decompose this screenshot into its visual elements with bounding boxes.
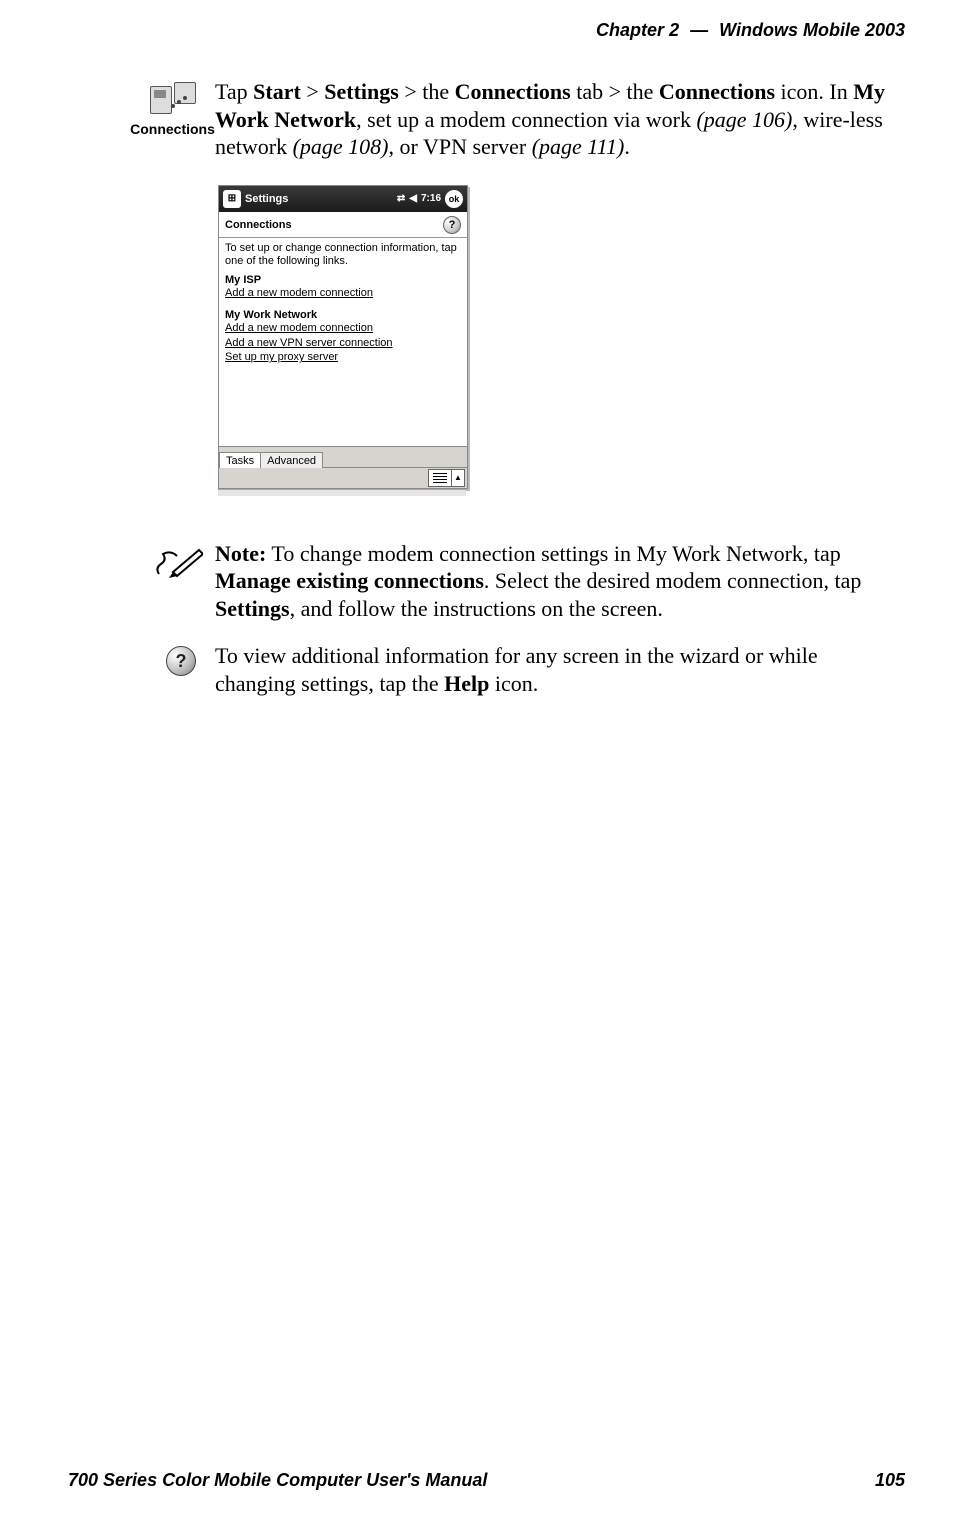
keyboard-button[interactable] [428,469,452,487]
connections-icon [150,82,196,118]
header-title: Windows Mobile 2003 [719,20,905,40]
instruction-text: To set up or change connection informati… [225,242,461,268]
start-icon[interactable]: ⊞ [223,190,241,208]
header-sep: — [690,20,708,40]
isp-add-modem-link[interactable]: Add a new modem connection [225,286,461,301]
volume-icon: ◀ [409,193,417,204]
work-proxy-link[interactable]: Set up my proxy server [225,350,461,365]
tab-tasks[interactable]: Tasks [219,452,261,468]
my-work-title: My Work Network [225,309,461,321]
note-icon [153,544,203,584]
sip-menu-arrow[interactable]: ▲ [452,469,465,487]
work-add-modem-link[interactable]: Add a new modem connection [225,321,461,336]
screenshot-shadow [218,489,466,496]
clock-text: 7:16 [421,193,441,204]
help-block: ? To view additional information for any… [140,642,903,697]
connections-icon-label: Connections [130,121,215,137]
device-subheader: Connections ? [219,212,467,238]
footer-manual: 700 Series Color Mobile Computer User's … [68,1470,487,1491]
my-isp-title: My ISP [225,274,461,286]
tab-strip: Tasks Advanced [219,446,467,467]
intro-text: Tap Start > Settings > the Connections t… [215,78,903,161]
ok-button[interactable]: ok [445,190,463,208]
footer-page: 105 [875,1470,905,1491]
screenshot: ⊞ Settings ⇄ ◀ 7:16 ok Connections ? To … [218,185,903,496]
note-block: Note: To change modem connection setting… [140,540,903,623]
help-text: To view additional information for any s… [215,642,903,697]
sip-bar: ▲ [219,467,467,488]
connectivity-icon: ⇄ [397,193,405,204]
device-body: To set up or change connection informati… [219,238,467,446]
help-icon[interactable]: ? [443,216,461,234]
note-text: Note: To change modem connection setting… [215,540,903,623]
subheader-title: Connections [225,219,292,231]
page-footer: 700 Series Color Mobile Computer User's … [68,1470,905,1491]
intro-block: Connections Tap Start > Settings > the C… [130,78,903,161]
help-bubble-icon: ? [166,646,196,676]
device-titlebar: ⊞ Settings ⇄ ◀ 7:16 ok [219,186,467,212]
titlebar-title: Settings [245,193,393,205]
work-add-vpn-link[interactable]: Add a new VPN server connection [225,336,461,351]
tab-advanced[interactable]: Advanced [260,452,323,468]
header-chapter-label: Chapter [596,20,664,40]
header-chapter-num: 2 [669,20,679,40]
page-header: Chapter 2 — Windows Mobile 2003 [596,20,905,41]
